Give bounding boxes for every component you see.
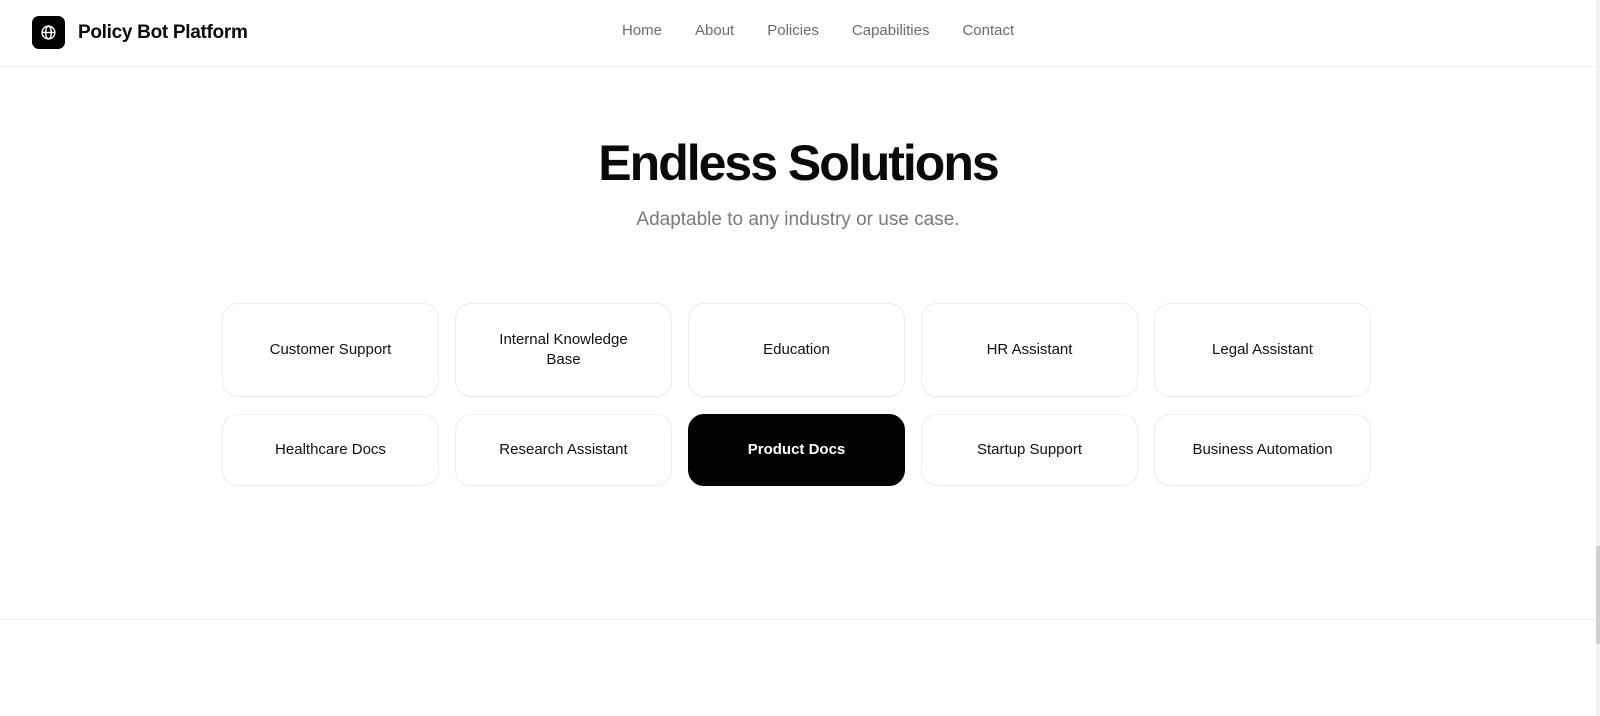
main-nav: Home About Policies Capabilities Contact [622,22,1014,39]
solution-card-research-assistant[interactable]: Research Assistant [455,414,672,486]
section-divider [0,619,1596,620]
solution-card-healthcare-docs[interactable]: Healthcare Docs [222,414,439,486]
solution-card-product-docs[interactable]: Product Docs [688,414,905,486]
scrollbar-thumb[interactable] [1596,546,1600,644]
nav-capabilities[interactable]: Capabilities [852,22,930,39]
solution-card-startup-support[interactable]: Startup Support [921,414,1138,486]
logo-badge [32,16,65,49]
site-header: Policy Bot Platform Home About Policies … [0,0,1596,67]
nav-contact[interactable]: Contact [962,22,1014,39]
globe-icon [41,25,56,40]
brand-link[interactable]: Policy Bot Platform [32,16,248,49]
nav-home[interactable]: Home [622,22,662,39]
solution-card-customer-support[interactable]: Customer Support [222,303,439,397]
brand-name: Policy Bot Platform [78,21,248,43]
solution-card-business-automation[interactable]: Business Automation [1154,414,1371,486]
solution-card-hr-assistant[interactable]: HR Assistant [921,303,1138,397]
section-subtitle: Adaptable to any industry or use case. [636,209,960,230]
solution-card-legal-assistant[interactable]: Legal Assistant [1154,303,1371,397]
section-title: Endless Solutions [598,135,999,191]
solution-card-internal-knowledge-base[interactable]: Internal Knowledge Base [455,303,672,397]
solution-card-education[interactable]: Education [688,303,905,397]
solutions-grid: Customer Support Internal Knowledge Base… [222,303,1371,486]
page: Policy Bot Platform Home About Policies … [0,0,1600,716]
nav-policies[interactable]: Policies [767,22,819,39]
nav-about[interactable]: About [695,22,734,39]
